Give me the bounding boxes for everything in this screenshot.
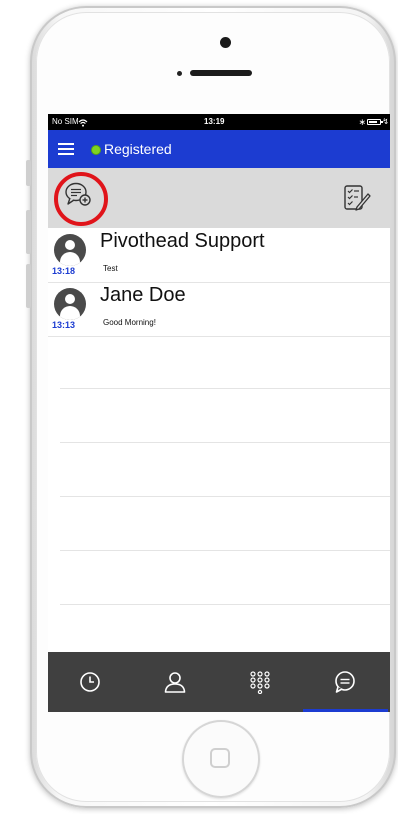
conversation-time: 13:13 (52, 320, 76, 330)
avatar (54, 288, 86, 320)
registration-status-dot (92, 146, 100, 154)
wifi-icon (78, 114, 88, 130)
avatar (54, 234, 86, 266)
bluetooth-icon: ∗ (358, 117, 366, 127)
tab-history[interactable] (48, 652, 133, 712)
status-bar: No SIM 13:19 ∗ ↯ (48, 114, 390, 130)
conversation-preview: Test (103, 264, 118, 273)
proximity-sensor (177, 71, 182, 76)
carrier-label: No SIM (52, 117, 79, 126)
chat-toolbar (48, 168, 390, 228)
app-header: Registered (48, 130, 390, 168)
tab-dialpad[interactable] (218, 652, 303, 712)
edit-checklist-icon (344, 185, 371, 211)
tab-contacts[interactable] (133, 652, 218, 712)
new-chat-icon (65, 182, 91, 206)
home-square-icon (210, 748, 230, 768)
new-chat-button[interactable] (54, 172, 108, 226)
hamburger-menu-icon[interactable] (58, 143, 74, 155)
conversation-name: Pivothead Support (100, 230, 265, 252)
app-screen: No SIM 13:19 ∗ ↯ Registered 13:18 Pivoth… (48, 114, 390, 712)
volume-down-button (26, 264, 31, 308)
list-divider (60, 442, 390, 443)
conversation-list: 13:18 Pivothead Support Test 13:13 Jane … (48, 228, 390, 652)
conversation-item[interactable]: 13:13 Jane Doe Good Morning! (48, 282, 390, 337)
earpiece-speaker (190, 70, 252, 76)
history-clock-icon (80, 672, 100, 692)
chat-bubble-icon (335, 671, 355, 693)
edit-conversations-button[interactable] (340, 182, 372, 214)
conversation-time: 13:18 (52, 266, 76, 276)
device-mockup: No SIM 13:19 ∗ ↯ Registered 13:18 Pivoth… (0, 0, 398, 814)
charging-icon: ↯ (382, 117, 389, 126)
list-divider (60, 604, 390, 605)
contacts-person-icon (164, 672, 186, 693)
tab-chat[interactable] (303, 652, 388, 712)
conversation-preview: Good Morning! (103, 318, 156, 327)
front-camera (220, 37, 231, 48)
bottom-tab-bar (48, 652, 390, 712)
battery-icon (367, 119, 383, 125)
list-divider (60, 550, 390, 551)
list-divider (60, 496, 390, 497)
registration-status-text: Registered (104, 141, 172, 157)
volume-up-button (26, 210, 31, 254)
conversation-item[interactable]: 13:18 Pivothead Support Test (48, 228, 390, 283)
conversation-name: Jane Doe (100, 284, 186, 306)
home-button[interactable] (182, 720, 260, 798)
list-divider (60, 388, 390, 389)
dialpad-icon (250, 671, 270, 694)
status-time: 13:19 (204, 117, 225, 126)
mute-switch (26, 160, 31, 186)
